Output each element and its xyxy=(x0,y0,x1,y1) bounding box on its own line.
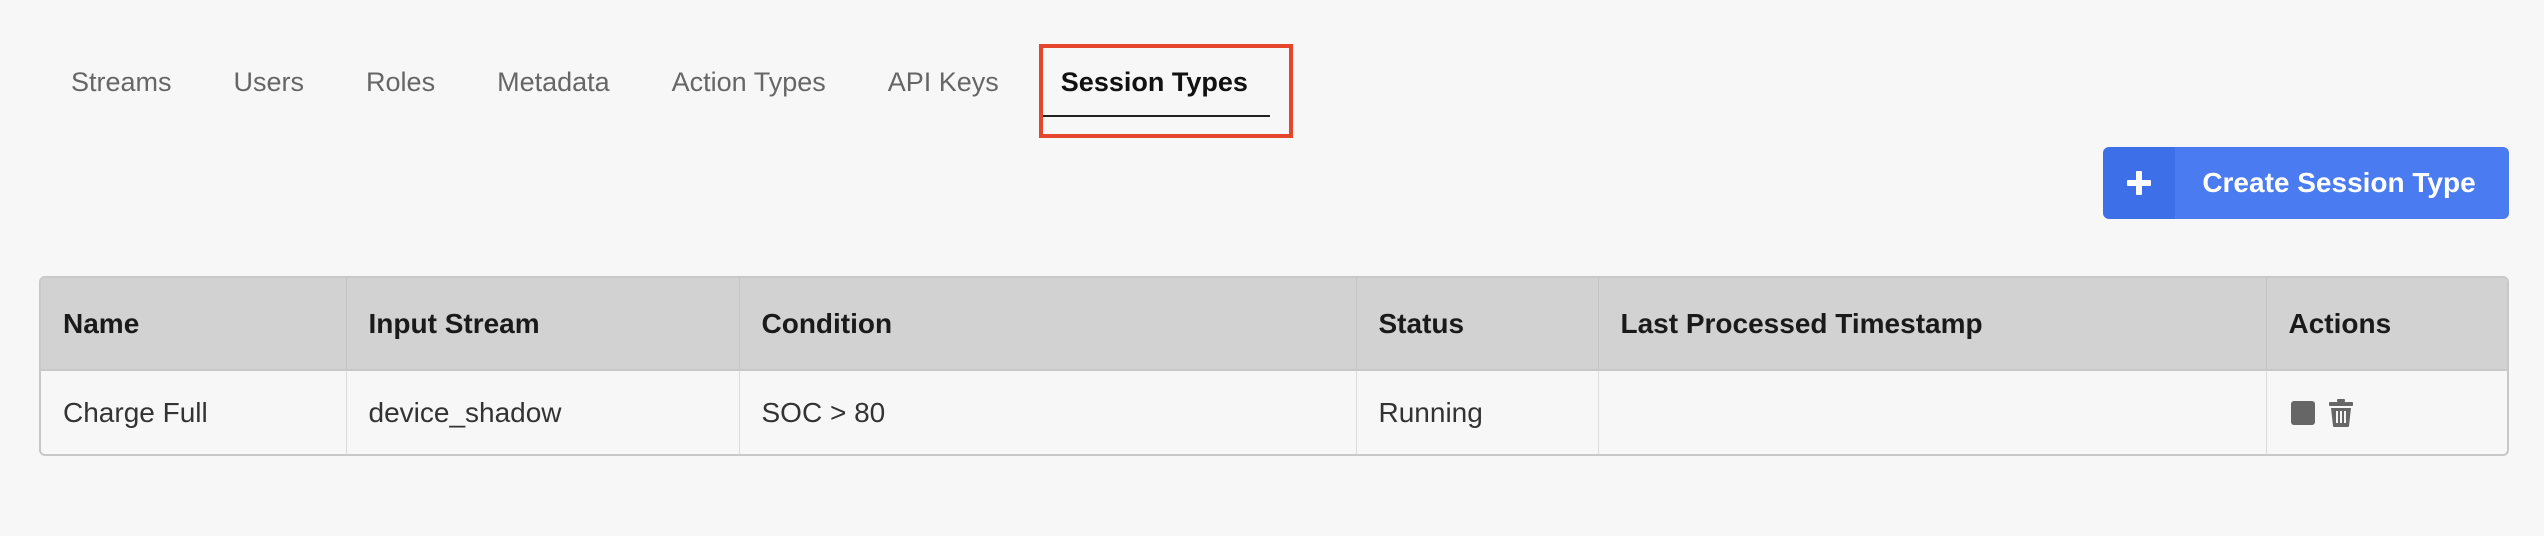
tab-api-keys[interactable]: API Keys xyxy=(857,44,1030,120)
tab-users[interactable]: Users xyxy=(203,44,336,120)
session-types-page: Streams Users Roles Metadata Action Type… xyxy=(0,0,2544,536)
stop-icon[interactable] xyxy=(2289,399,2317,427)
column-header-status[interactable]: Status xyxy=(1356,278,1599,370)
tab-session-types[interactable]: Session Types xyxy=(1030,44,1279,120)
column-header-actions: Actions xyxy=(2288,307,2392,339)
plus-icon xyxy=(2103,147,2175,219)
row-actions xyxy=(2289,398,2508,427)
create-session-type-label: Create Session Type xyxy=(2175,147,2509,219)
table-row[interactable]: Charge Full device_shadow SOC > 80 Runni… xyxy=(41,370,2508,454)
trash-icon[interactable] xyxy=(2327,398,2355,427)
table-header-row: Name Input Stream Condition Status Last … xyxy=(41,278,2507,370)
session-types-table: Name Input Stream Condition Status Last … xyxy=(39,276,2509,456)
column-header-input-stream[interactable]: Input Stream xyxy=(346,278,740,370)
cell-name: Charge Full xyxy=(41,370,347,454)
cell-status: Running xyxy=(1356,370,1599,454)
cell-actions xyxy=(2266,370,2508,454)
tab-bar: Streams Users Roles Metadata Action Type… xyxy=(40,44,1279,120)
tab-action-types[interactable]: Action Types xyxy=(641,44,857,120)
column-header-condition[interactable]: Condition xyxy=(739,278,1357,370)
tab-session-types-label: Session Types xyxy=(1060,67,1248,97)
tab-metadata[interactable]: Metadata xyxy=(466,44,641,120)
create-session-type-button[interactable]: Create Session Type xyxy=(2103,147,2509,219)
cell-last-processed-timestamp xyxy=(1598,370,2267,454)
active-tab-underline xyxy=(1038,115,1270,117)
column-header-last-processed-timestamp[interactable]: Last Processed Timestamp xyxy=(1598,278,2267,370)
cell-condition: SOC > 80 xyxy=(739,370,1357,454)
cell-input-stream: device_shadow xyxy=(346,370,740,454)
column-header-name[interactable]: Name xyxy=(41,278,347,370)
tab-streams[interactable]: Streams xyxy=(40,44,203,120)
tab-roles[interactable]: Roles xyxy=(335,44,466,120)
